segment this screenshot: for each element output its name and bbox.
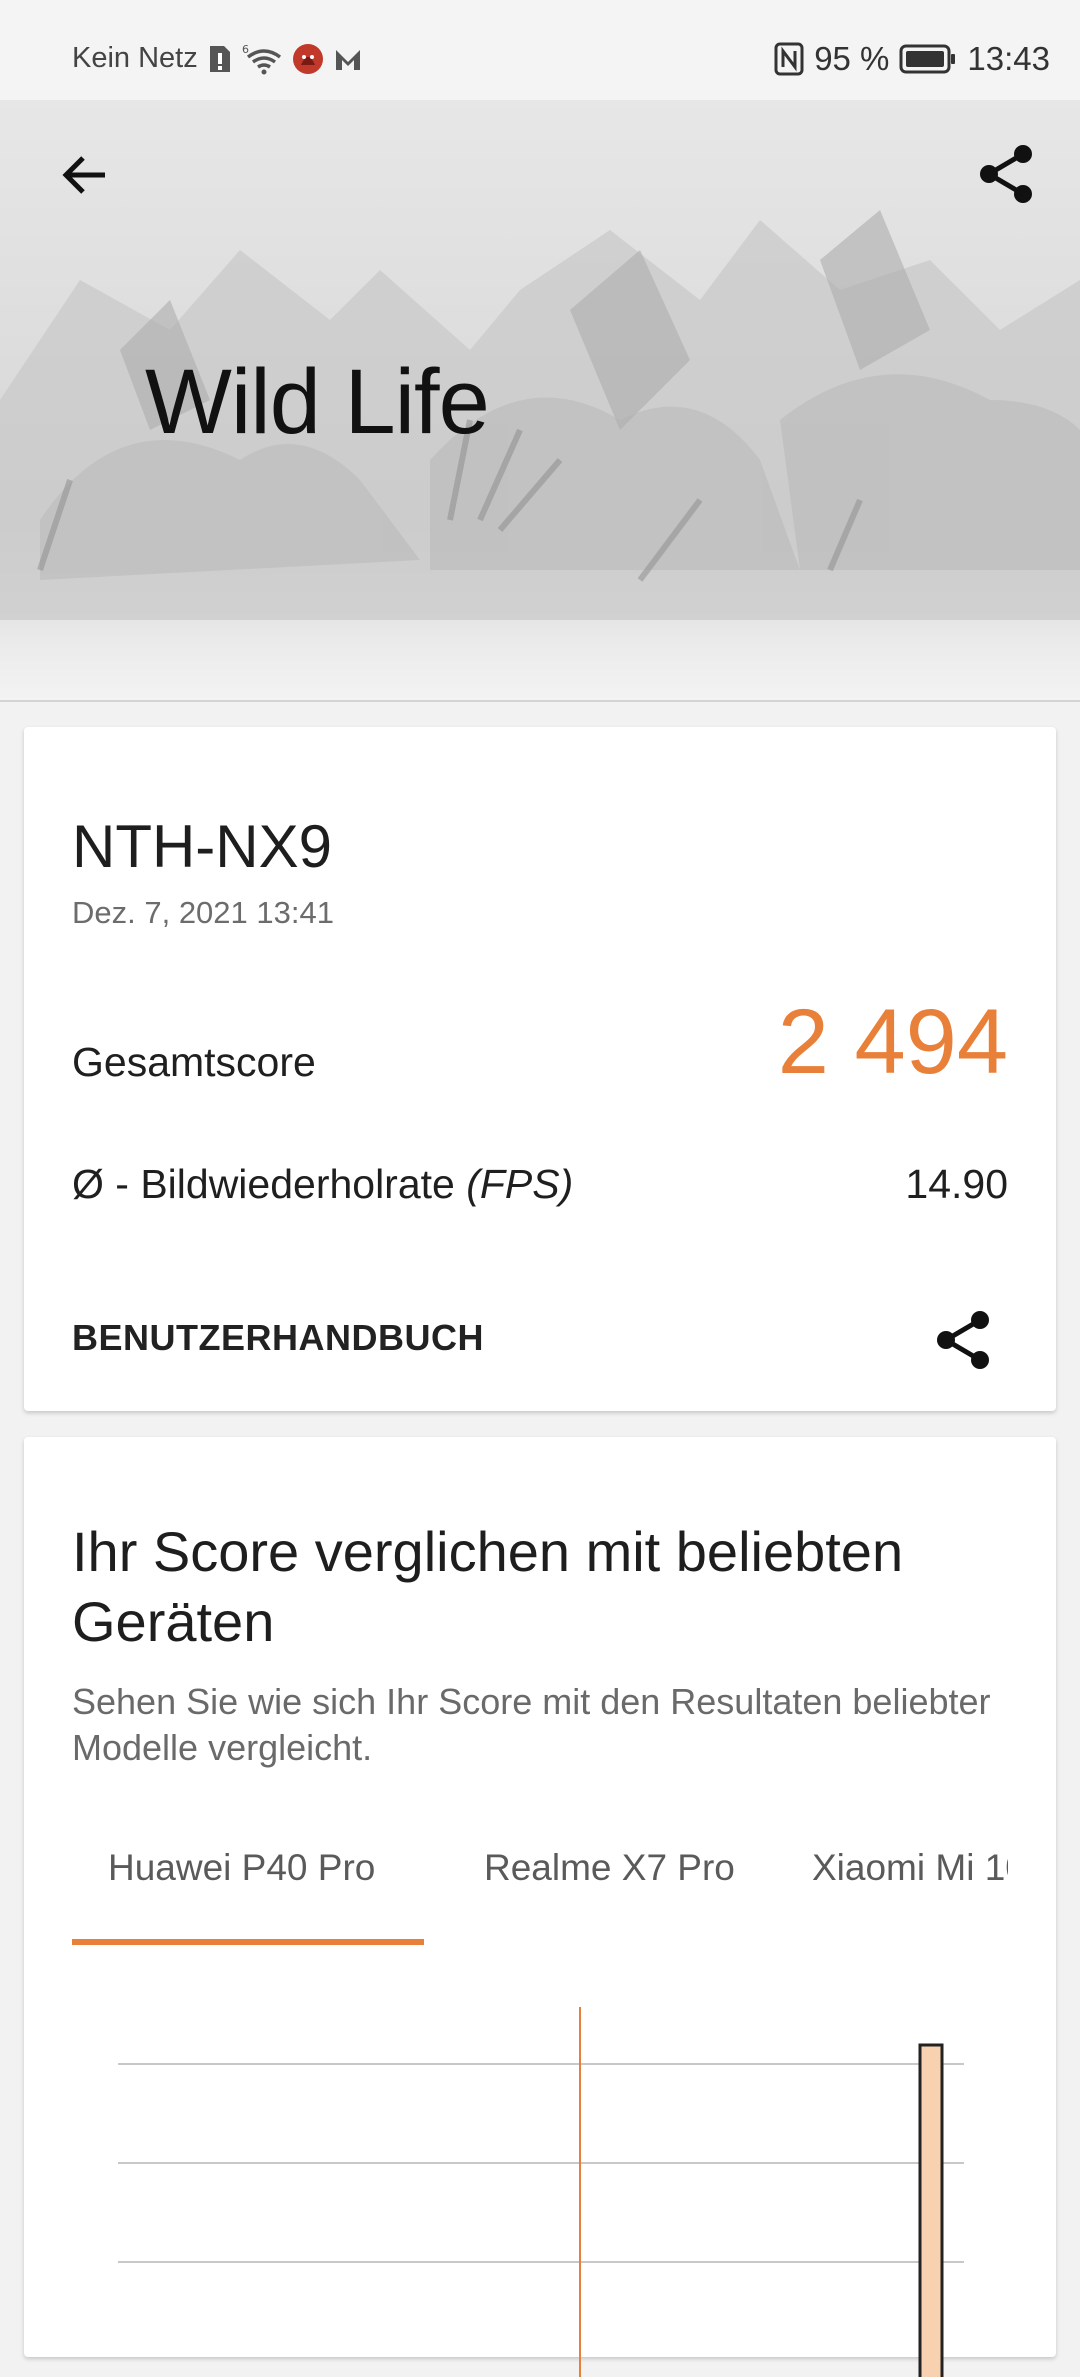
chart-bar [918, 2043, 944, 2377]
active-tab-indicator [72, 1939, 424, 1945]
hero-header: Wild Life [0, 100, 1080, 702]
fps-value: 14.90 [905, 1161, 1008, 1207]
tab-huawei-p40-pro[interactable]: Huawei P40 Pro [108, 1847, 375, 1889]
nfc-icon [774, 42, 804, 76]
share-result-button[interactable] [928, 1305, 998, 1375]
share-icon [980, 145, 1032, 203]
status-bar: Kein Netz 6 95 % 13:43 [0, 0, 1080, 100]
share-icon [937, 1311, 989, 1369]
total-score-value: 2 494 [777, 991, 1008, 1093]
wifi-icon: 6 [242, 43, 282, 75]
battery-icon [899, 44, 957, 74]
result-card: NTH-NX9 Dez. 7, 2021 13:41 Gesamtscore 2… [24, 727, 1056, 1411]
back-button[interactable] [50, 140, 120, 210]
fps-label: Ø - Bildwiederholrate (FPS) [72, 1161, 573, 1208]
share-button[interactable] [968, 136, 1044, 212]
comparison-chart [118, 2007, 964, 2377]
fps-label-unit: (FPS) [466, 1161, 574, 1207]
battery-percent: 95 % [814, 40, 890, 77]
arrow-left-icon [62, 156, 105, 194]
comparison-subtitle: Sehen Sie wie sich Ihr Score mit den Res… [72, 1681, 991, 1768]
device-tabs: Huawei P40 Pro Realme X7 Pro Xiaomi Mi 1… [72, 1847, 1008, 1947]
device-name: NTH-NX9 [72, 813, 333, 880]
svg-text:6: 6 [242, 43, 249, 56]
tab-realme-x7-pro[interactable]: Realme X7 Pro [484, 1847, 735, 1889]
page-title: Wild Life [145, 351, 490, 453]
carrier-label: Kein Netz [72, 42, 198, 74]
mail-icon [334, 46, 362, 72]
manual-button[interactable]: BENUTZERHANDBUCH [72, 1317, 484, 1359]
result-date: Dez. 7, 2021 13:41 [72, 895, 334, 930]
comparison-title: Ihr Score verglichen mit beliebten Gerät… [72, 1520, 904, 1653]
tab-xiaomi-mi-10[interactable]: Xiaomi Mi 10 [812, 1847, 1008, 1889]
total-score-label: Gesamtscore [72, 1039, 316, 1085]
antutu-icon [292, 43, 324, 75]
fps-label-text: Ø - Bildwiederholrate [72, 1161, 467, 1207]
clock: 13:43 [967, 40, 1050, 77]
sim-alert-icon [208, 44, 232, 74]
comparison-card: Ihr Score verglichen mit beliebten Gerät… [24, 1437, 1056, 2377]
